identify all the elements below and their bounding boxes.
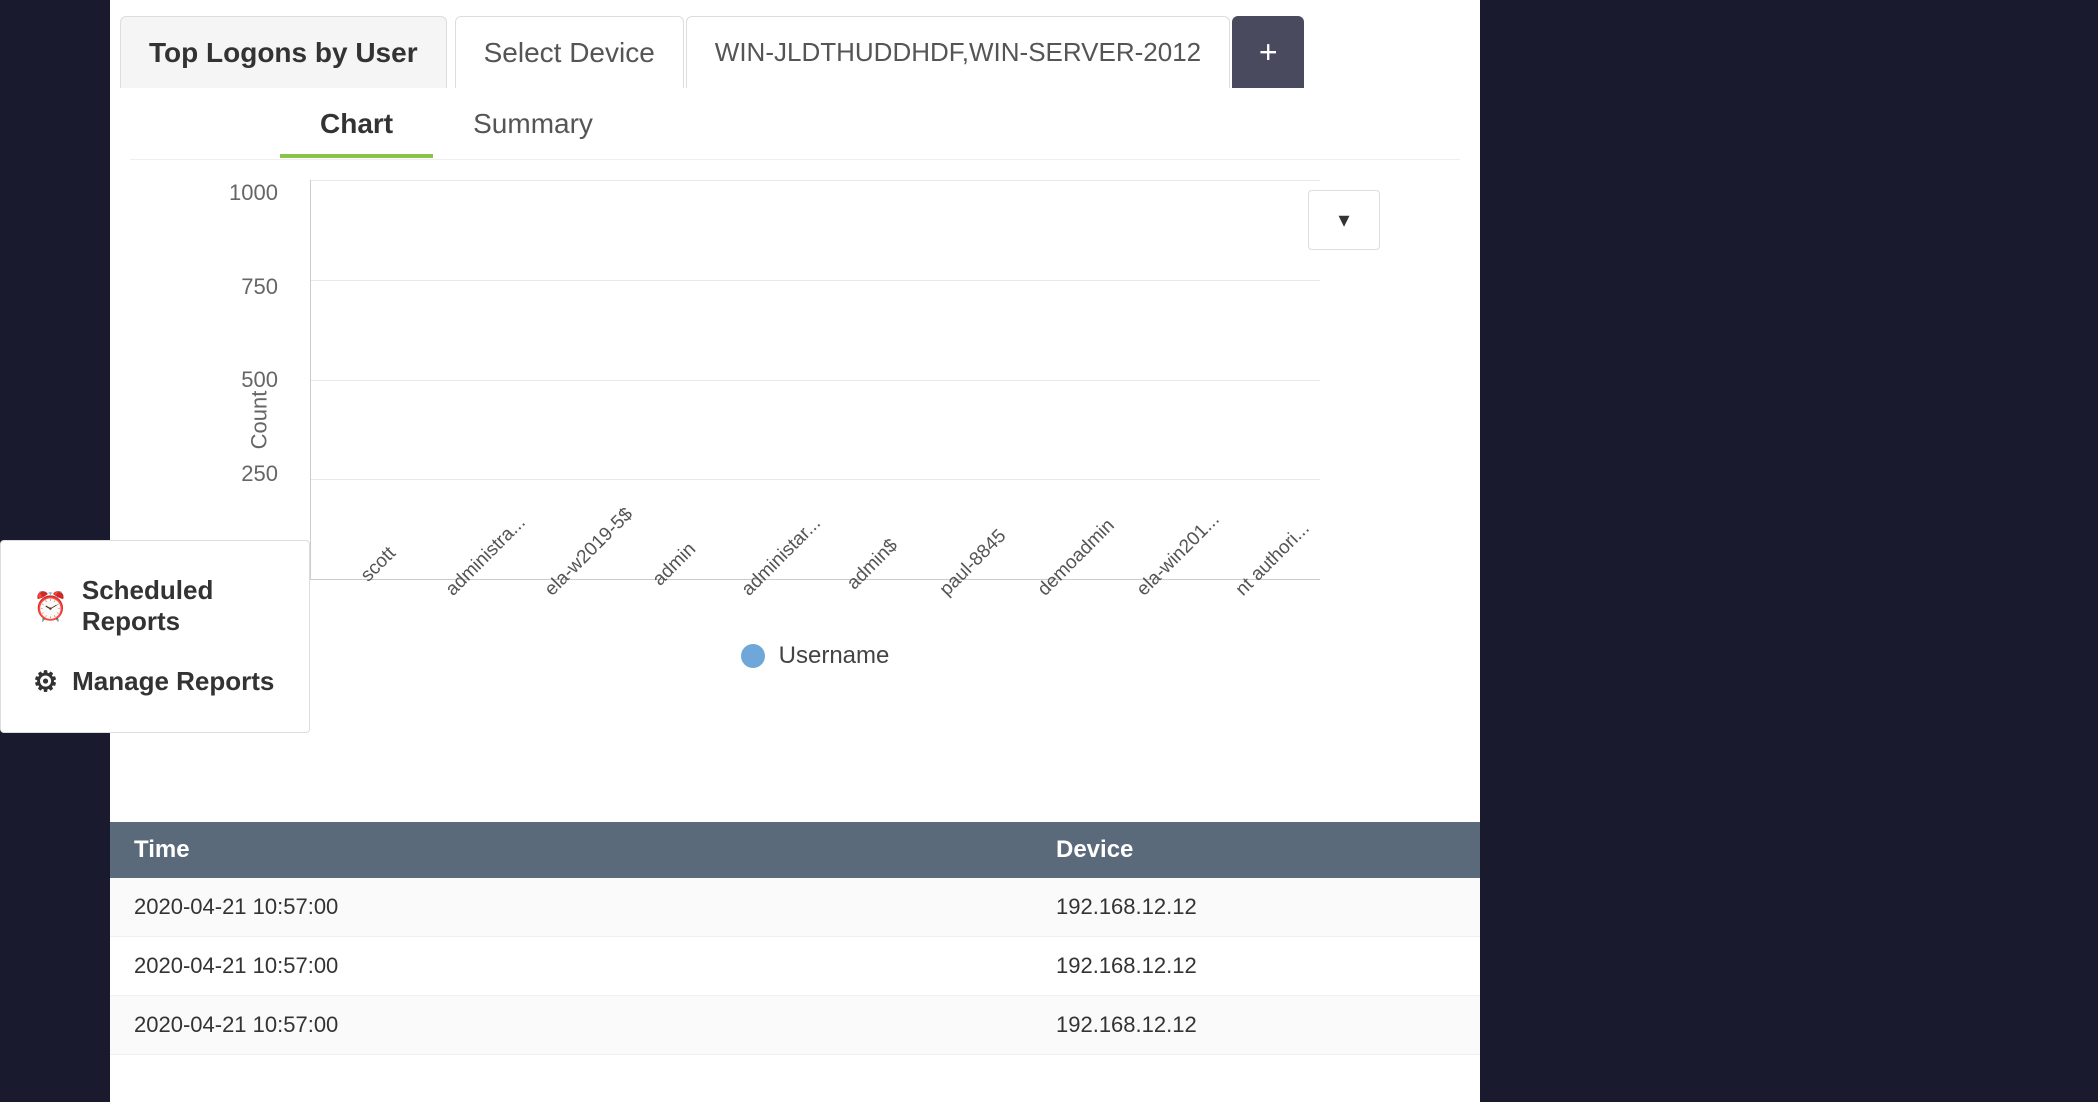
chevron-down-icon: ▾ — [1338, 207, 1349, 233]
table-area: Time Device 2020-04-21 10:57:00 192.168.… — [110, 822, 1480, 1102]
bar-group-administar: administar... — [726, 549, 807, 579]
table-cell-device-2: 192.168.12.12 — [1056, 953, 1456, 979]
table-cell-time-1: 2020-04-21 10:57:00 — [134, 894, 1056, 920]
sidebar-label-scheduled-reports: Scheduled Reports — [82, 575, 277, 637]
tab-summary-label: Summary — [473, 108, 593, 139]
bar-label-admins: admin$ — [837, 529, 909, 601]
bar-group-ela-win201: ela-win201... — [1121, 549, 1202, 579]
bar-group-ela-w2019: ela-w2019-5$ — [528, 549, 609, 579]
tab-select-device[interactable]: Select Device — [455, 16, 684, 88]
tab-add-icon: + — [1259, 34, 1278, 71]
gear-icon: ⚙ — [33, 665, 58, 698]
tab-add-button[interactable]: + — [1232, 16, 1304, 88]
table-header-device: Device — [1056, 836, 1456, 864]
y-axis: 1000 750 500 250 0 — [210, 180, 290, 580]
bar-label-demoadmin: demoadmin — [1034, 529, 1106, 601]
legend-label-username: Username — [779, 642, 890, 670]
bar-group-administra: administra... — [430, 549, 511, 579]
view-tabs: Chart Summary — [130, 88, 1460, 160]
chart-plot: scott administra... ela-w2019-5$ admin — [310, 180, 1320, 580]
bars-container: scott administra... ela-w2019-5$ admin — [311, 180, 1320, 579]
bar-label-admin: admin — [639, 529, 711, 601]
tab-top-logons[interactable]: Top Logons by User — [120, 16, 447, 88]
tab-bar: Top Logons by User Select Device WIN-JLD… — [110, 0, 1480, 88]
y-label-250: 250 — [241, 461, 278, 487]
chart-legend: Username — [310, 632, 1320, 670]
bar-group-demoadmin: demoadmin — [1022, 549, 1103, 579]
sidebar-label-manage-reports: Manage Reports — [72, 666, 274, 697]
y-axis-title: Count — [246, 391, 272, 450]
bar-group-admins: admin$ — [825, 549, 906, 579]
bar-label-ela-w2019: ela-w2019-5$ — [540, 529, 612, 601]
table-cell-time-3: 2020-04-21 10:57:00 — [134, 1012, 1056, 1038]
tab-top-logons-label: Top Logons by User — [149, 37, 418, 69]
tab-summary[interactable]: Summary — [433, 92, 633, 156]
bar-label-administra: administra... — [442, 529, 514, 601]
content-area: Chart Summary ▾ 1000 750 500 250 0 Count — [110, 88, 1480, 822]
tab-chart[interactable]: Chart — [280, 92, 433, 156]
table-row: 2020-04-21 10:57:00 192.168.12.12 — [110, 996, 1480, 1055]
bar-label-scott: scott — [343, 529, 415, 601]
table-row: 2020-04-21 10:57:00 192.168.12.12 — [110, 878, 1480, 937]
legend-dot-username — [741, 644, 765, 668]
chart-container: ▾ 1000 750 500 250 0 Count — [210, 180, 1380, 660]
sidebar-panel: ⏰ Scheduled Reports ⚙ Manage Reports — [0, 540, 310, 733]
main-content: Top Logons by User Select Device WIN-JLD… — [110, 0, 1480, 1102]
bg-dark-right — [1378, 0, 2098, 1102]
tab-device-name-label: WIN-JLDTHUDDHDF,WIN-SERVER-2012 — [715, 37, 1201, 68]
sidebar-item-manage-reports[interactable]: ⚙ Manage Reports — [25, 651, 285, 712]
tab-select-device-label: Select Device — [484, 37, 655, 69]
table-cell-device-1: 192.168.12.12 — [1056, 894, 1456, 920]
bar-group-paul8845: paul-8845 — [923, 549, 1004, 579]
bar-label-paul8845: paul-8845 — [935, 529, 1007, 601]
tab-chart-label: Chart — [320, 108, 393, 139]
y-label-1000: 1000 — [229, 180, 278, 206]
table-cell-time-2: 2020-04-21 10:57:00 — [134, 953, 1056, 979]
table-row: 2020-04-21 10:57:00 192.168.12.12 — [110, 937, 1480, 996]
tab-device-name[interactable]: WIN-JLDTHUDDHDF,WIN-SERVER-2012 — [686, 16, 1230, 88]
clock-icon: ⏰ — [33, 590, 68, 623]
bar-group-admin: admin — [627, 549, 708, 579]
bar-label-administar: administar... — [738, 529, 810, 601]
table-header: Time Device — [110, 822, 1480, 878]
y-label-750: 750 — [241, 274, 278, 300]
bar-label-ela-win201: ela-win201... — [1133, 529, 1205, 601]
sidebar-item-scheduled-reports[interactable]: ⏰ Scheduled Reports — [25, 561, 285, 651]
table-cell-device-3: 192.168.12.12 — [1056, 1012, 1456, 1038]
table-header-time: Time — [134, 836, 1056, 864]
bar-label-nt-authori: nt authori... — [1231, 529, 1303, 601]
bar-group-nt-authori: nt authori... — [1219, 549, 1300, 579]
bar-group-scott: scott — [331, 549, 412, 579]
y-label-500: 500 — [241, 367, 278, 393]
